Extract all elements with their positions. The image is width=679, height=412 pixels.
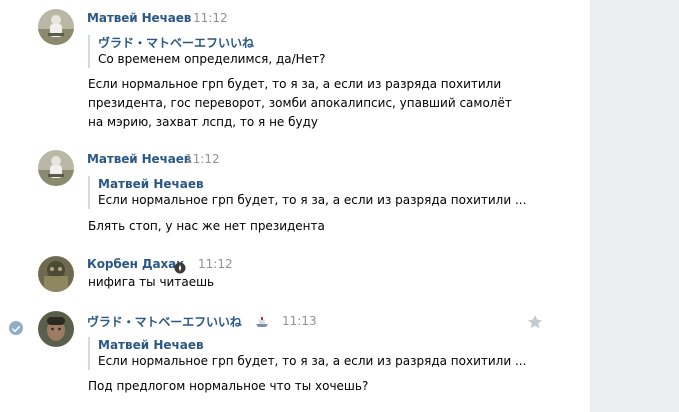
- message-text: нифига ты читаешь: [88, 273, 548, 292]
- quote-author[interactable]: ヴラド・マトベーエフいいね: [98, 35, 528, 51]
- message-text: Под предлогом нормальное что ты хочешь?: [88, 377, 548, 396]
- quote-text: Если нормальное грп будет, то я за, а ес…: [98, 354, 527, 368]
- star-icon[interactable]: [527, 314, 543, 330]
- message-feed: Матвей Нечаев 11:12 ヴラド・マトベーエフいいね Со вре…: [0, 0, 590, 412]
- quote-author[interactable]: Матвей Нечаев: [98, 337, 528, 353]
- avatar[interactable]: [38, 9, 74, 45]
- message-line: президента, гос переворот, зомби апокали…: [88, 96, 512, 110]
- message-line: Блять стоп, у нас же нет президента: [88, 219, 325, 233]
- check-icon[interactable]: [9, 321, 23, 335]
- message-line: Если нормальное грп будет, то я за, а ес…: [88, 77, 502, 91]
- message-text: Блять стоп, у нас же нет президента: [88, 217, 548, 236]
- side-panel: [590, 0, 679, 412]
- reply-quote[interactable]: Матвей Нечаев Если нормальное грп будет,…: [88, 337, 528, 370]
- avatar[interactable]: [38, 256, 74, 292]
- message-author[interactable]: Корбен Дахак: [87, 257, 184, 271]
- ship-emoji-icon: [255, 314, 269, 333]
- quote-author[interactable]: Матвей Нечаев: [98, 176, 528, 192]
- reply-quote[interactable]: ヴラド・マトベーエフいいね Со временем определимся, д…: [88, 35, 528, 68]
- quote-text: Со временем определимся, да/Нет?: [98, 52, 326, 66]
- message-author[interactable]: Матвей Нечаев: [87, 11, 191, 25]
- message-line: нифига ты читаешь: [88, 275, 215, 289]
- message-time[interactable]: 11:12: [198, 257, 233, 271]
- message-time[interactable]: 11:12: [185, 152, 220, 166]
- message-time[interactable]: 11:12: [193, 11, 228, 25]
- message-time[interactable]: 11:13: [282, 314, 317, 328]
- reply-quote[interactable]: Матвей Нечаев Если нормальное грп будет,…: [88, 176, 528, 209]
- avatar[interactable]: [38, 150, 74, 186]
- message-line: Под предлогом нормальное что ты хочешь?: [88, 379, 369, 393]
- message-author[interactable]: Матвей Нечаев: [87, 152, 191, 166]
- message-text: Если нормальное грп будет, то я за, а ес…: [88, 75, 548, 132]
- message-line: на мэрию, захват лспд, то я не буду: [88, 115, 319, 129]
- message-author[interactable]: ヴラド・マトベーエフいいね: [87, 313, 242, 330]
- avatar[interactable]: [38, 311, 74, 347]
- quote-text: Если нормальное грп будет, то я за, а ес…: [98, 193, 527, 207]
